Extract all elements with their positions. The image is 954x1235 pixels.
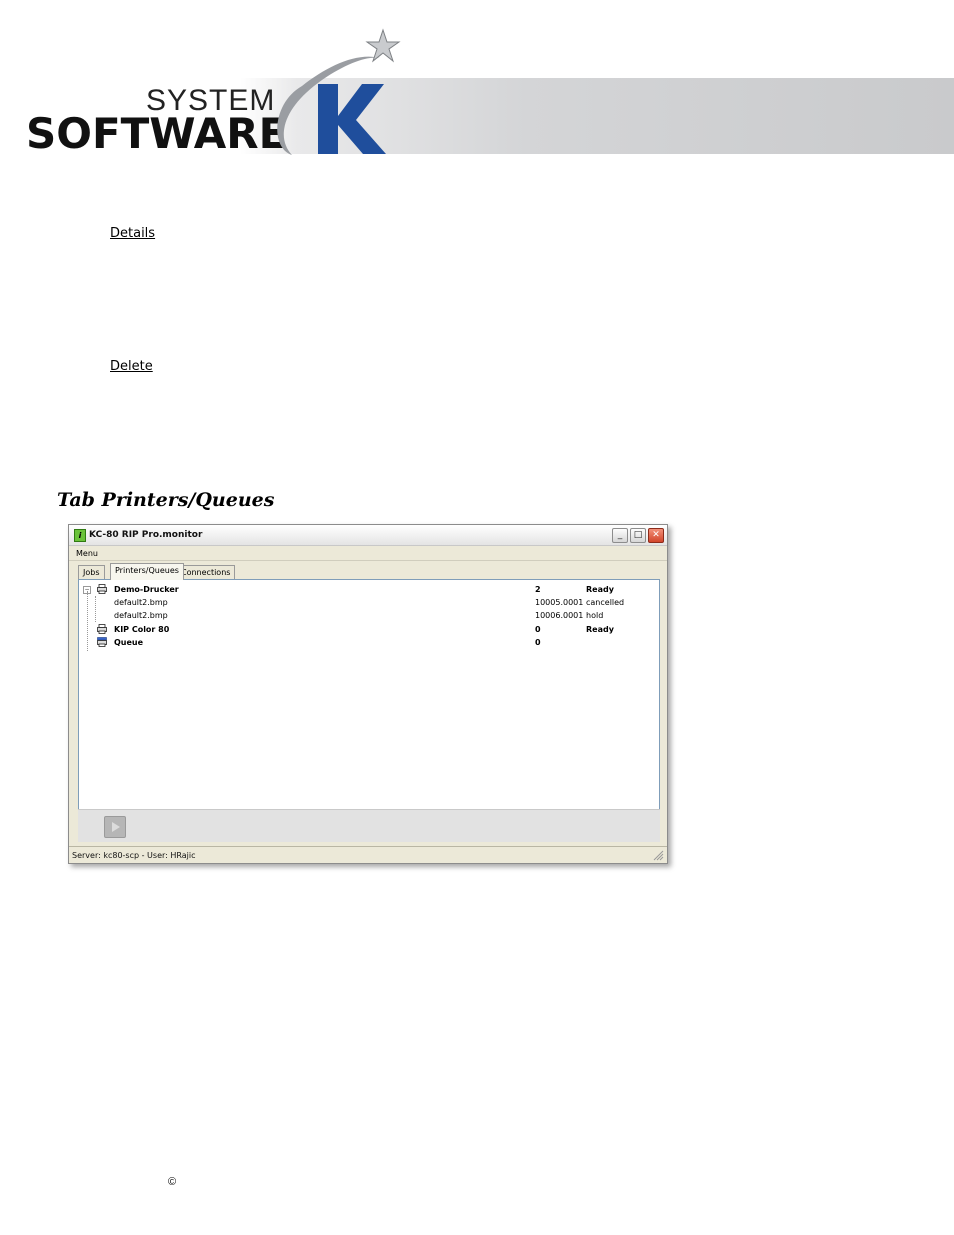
tree-row-job[interactable]: default2.bmp 10006.0001 hold bbox=[79, 609, 659, 622]
printer-icon bbox=[97, 584, 107, 594]
row-name: default2.bmp bbox=[114, 598, 168, 607]
row-value: 0 bbox=[535, 638, 541, 647]
svg-text:K: K bbox=[352, 147, 353, 149]
row-value: 0 bbox=[535, 625, 541, 634]
status-text: Server: kc80-scp - User: HRajic bbox=[72, 851, 196, 860]
row-name: default2.bmp bbox=[114, 611, 168, 620]
menu-bar: Menu bbox=[69, 546, 667, 561]
row-status: Ready bbox=[586, 585, 614, 594]
row-value: 10005.0001 bbox=[535, 598, 584, 607]
menu-item-menu[interactable]: Menu bbox=[76, 549, 98, 558]
row-status: hold bbox=[586, 611, 604, 620]
row-value: 10006.0001 bbox=[535, 611, 584, 620]
section-title: Tab Printers/Queues bbox=[57, 489, 275, 511]
row-name: Queue bbox=[114, 638, 144, 647]
monitor-window: i KC-80 RIP Pro.monitor _ □ ✕ Menu Jobs … bbox=[68, 524, 668, 864]
tree-row-printer[interactable]: − Demo-Drucker 2 Ready bbox=[79, 583, 659, 596]
row-status: cancelled bbox=[586, 598, 625, 607]
logo-k-mark: K bbox=[277, 28, 401, 155]
collapse-icon[interactable]: − bbox=[83, 586, 91, 594]
logo-software-text: SOFTWARE bbox=[26, 109, 288, 158]
row-status: Ready bbox=[586, 625, 614, 634]
printer-icon bbox=[97, 624, 107, 634]
row-name: KIP Color 80 bbox=[114, 625, 170, 634]
action-toolbar bbox=[78, 809, 660, 842]
play-button[interactable] bbox=[104, 816, 126, 838]
close-button[interactable]: ✕ bbox=[648, 528, 664, 543]
resize-grip-icon[interactable] bbox=[653, 850, 664, 861]
play-icon bbox=[112, 822, 120, 832]
row-name: Demo-Drucker bbox=[114, 585, 179, 594]
printer-tree-list: − Demo-Drucker 2 Ready default2.bmp 1000… bbox=[78, 579, 660, 810]
delete-link[interactable]: Delete bbox=[110, 359, 153, 374]
copyright-symbol: © bbox=[168, 1176, 177, 1188]
tab-jobs[interactable]: Jobs bbox=[78, 565, 105, 579]
details-link[interactable]: Details bbox=[110, 226, 155, 241]
tree-row-job[interactable]: default2.bmp 10005.0001 cancelled bbox=[79, 596, 659, 622]
tab-connections[interactable]: Connections bbox=[176, 565, 236, 579]
minimize-button[interactable]: _ bbox=[612, 528, 628, 543]
queue-icon bbox=[97, 637, 107, 647]
maximize-button[interactable]: □ bbox=[630, 528, 646, 543]
window-titlebar: i KC-80 RIP Pro.monitor _ □ ✕ bbox=[69, 525, 667, 546]
tab-printers-queues[interactable]: Printers/Queues bbox=[110, 563, 184, 580]
window-title: KC-80 RIP Pro.monitor bbox=[89, 530, 203, 540]
status-bar: Server: kc80-scp - User: HRajic bbox=[69, 846, 667, 863]
tree-row-queue[interactable]: Queue 0 bbox=[79, 636, 659, 649]
app-info-icon: i bbox=[74, 529, 86, 542]
tree-row-printer[interactable]: KIP Color 80 0 Ready bbox=[79, 623, 659, 636]
row-value: 2 bbox=[535, 585, 541, 594]
